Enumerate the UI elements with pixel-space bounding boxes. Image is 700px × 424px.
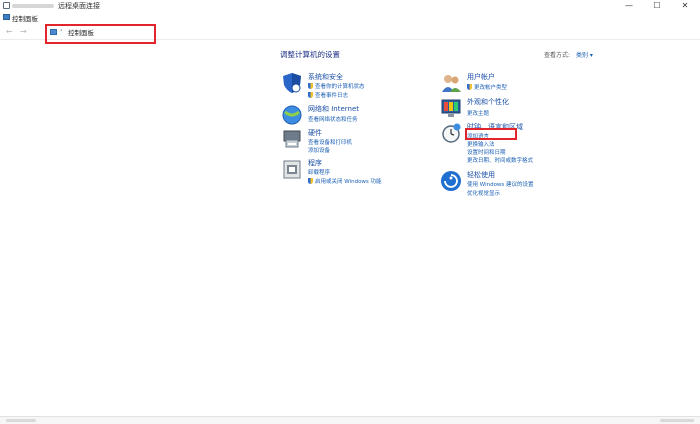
remote-desktop-title: 远程桌面连接	[58, 2, 100, 10]
blurred-host-name	[12, 4, 54, 8]
category-programs: 程序 卸载程序 启用或关闭 Windows 功能	[281, 158, 431, 188]
page-title: 调整计算机的设置	[280, 50, 340, 59]
category-link[interactable]: 启用或关闭 Windows 功能	[308, 177, 382, 185]
remote-desktop-icon	[3, 2, 10, 9]
category-link[interactable]: 查看事件日志	[308, 91, 348, 99]
category-system-security: 系统和安全 查看你的计算机状态 查看事件日志	[281, 72, 431, 102]
close-button[interactable]: ✕	[672, 0, 698, 12]
category-user-accounts: 用户帐户 更改帐户类型	[440, 72, 590, 96]
category-title[interactable]: 程序	[308, 158, 322, 168]
category-link[interactable]: 更改主题	[467, 109, 489, 117]
control-panel-titlebar: 控制面板	[0, 12, 700, 23]
view-by-label: 查看方式:	[544, 52, 571, 59]
hardware-sound-icon[interactable]	[281, 128, 303, 150]
category-link[interactable]: 设置时间和日期	[467, 148, 506, 156]
category-title[interactable]: 轻松使用	[467, 170, 495, 180]
category-title[interactable]: 系统和安全	[308, 72, 343, 82]
category-link[interactable]: 查看网络状态和任务	[308, 115, 358, 123]
category-link[interactable]: 更改帐户类型	[467, 83, 507, 91]
category-title[interactable]: 硬件	[308, 128, 322, 138]
category-title[interactable]: 外观和个性化	[467, 97, 509, 107]
user-accounts-icon[interactable]	[440, 72, 462, 94]
category-link[interactable]: 卸载程序	[308, 168, 330, 176]
appearance-icon[interactable]	[440, 97, 462, 119]
category-network: 网络和 Internet 查看网络状态和任务	[281, 104, 431, 128]
category-title[interactable]: 用户帐户	[467, 72, 495, 82]
view-by: 查看方式: 类别 ▾	[544, 50, 593, 59]
programs-icon[interactable]	[281, 158, 303, 180]
remote-desktop-titlebar: 远程桌面连接 — ☐ ✕	[0, 0, 700, 12]
uac-shield-icon	[308, 178, 313, 184]
category-link[interactable]: 查看设备和打印机	[308, 138, 352, 146]
uac-shield-icon	[308, 92, 313, 98]
category-link[interactable]: 更改日期、时间或数字格式	[467, 156, 533, 164]
network-internet-icon[interactable]	[281, 104, 303, 126]
maximize-button[interactable]: ☐	[644, 0, 670, 12]
category-title[interactable]: 网络和 Internet	[308, 104, 359, 114]
window-title: 控制面板	[12, 15, 38, 23]
blurred-status-right	[660, 419, 694, 422]
blurred-status-left	[6, 419, 36, 422]
category-link[interactable]: 更换输入法	[467, 140, 495, 148]
category-link[interactable]: 使用 Windows 建议的设置	[467, 180, 534, 188]
category-link[interactable]: 查看你的计算机状态	[308, 82, 365, 90]
category-link[interactable]: 添加设备	[308, 146, 330, 154]
category-link[interactable]: 优化视觉显示	[467, 189, 500, 197]
back-arrow-icon[interactable]: ←	[6, 27, 13, 36]
highlight-box-add-language	[465, 128, 517, 140]
control-panel-icon	[3, 14, 10, 20]
forward-arrow-icon[interactable]: →	[20, 27, 27, 36]
ease-of-access-icon[interactable]	[440, 170, 462, 192]
uac-shield-icon	[467, 84, 472, 90]
system-security-icon[interactable]	[281, 72, 303, 94]
category-hardware: 硬件 查看设备和打印机 添加设备	[281, 128, 431, 158]
view-by-dropdown[interactable]: 类别 ▾	[576, 52, 593, 59]
uac-shield-icon	[308, 83, 313, 89]
highlight-box-address	[45, 24, 156, 44]
category-ease-of-access: 轻松使用 使用 Windows 建议的设置 优化视觉显示	[440, 170, 590, 200]
category-appearance: 外观和个性化 更改主题	[440, 97, 590, 121]
clock-region-icon[interactable]	[440, 122, 462, 144]
status-bar	[0, 416, 700, 424]
minimize-button[interactable]: —	[616, 0, 642, 12]
